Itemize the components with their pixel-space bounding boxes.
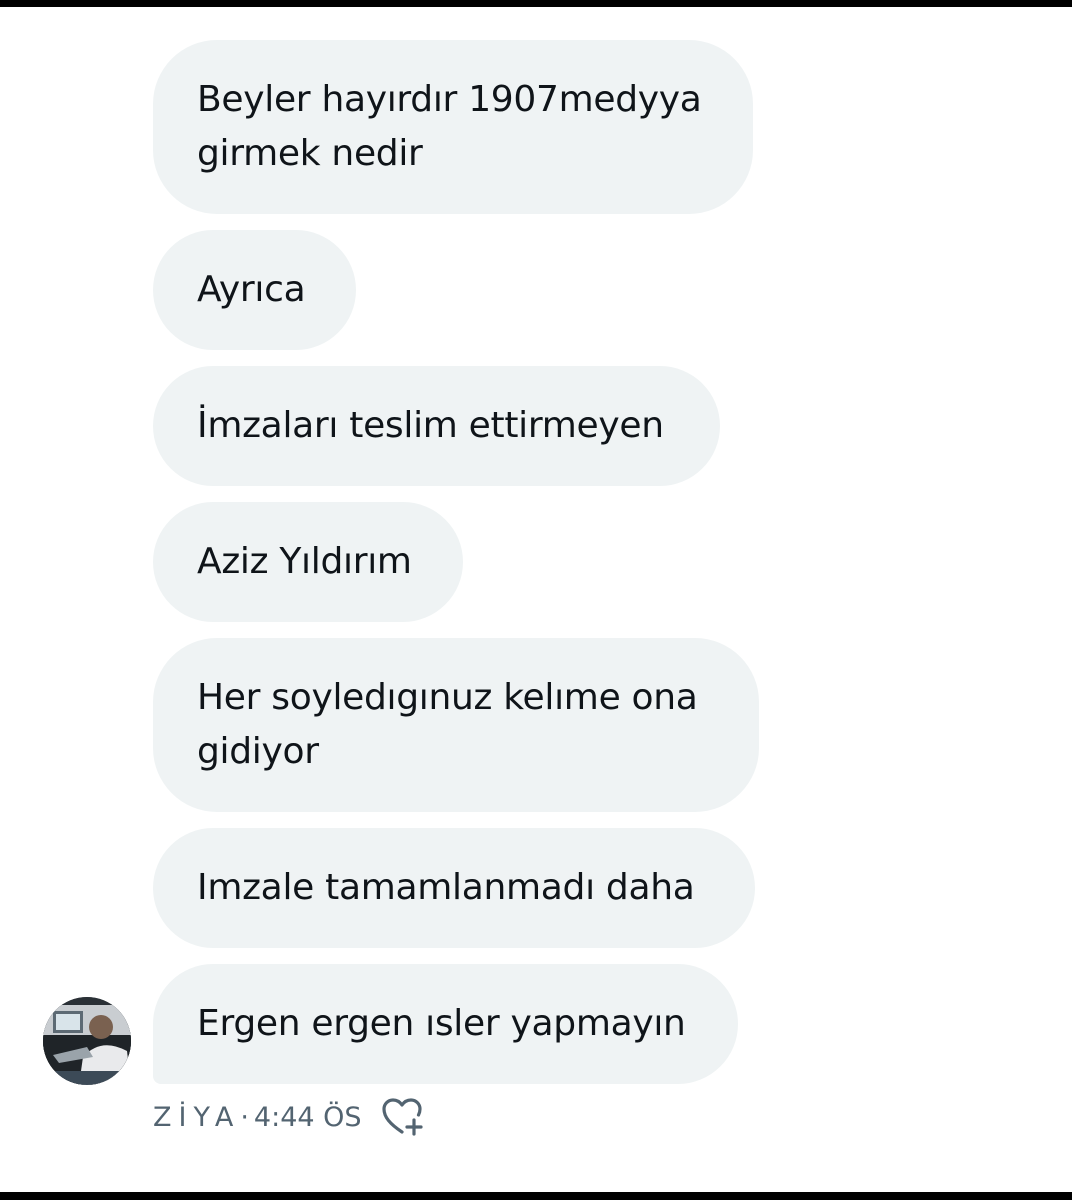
top-frame-bar <box>0 0 1072 7</box>
message-text: Ayrıca <box>197 269 306 310</box>
message-bubble[interactable]: Ergen ergen ısler yapmayın <box>153 964 738 1084</box>
sender-name: ZİYA <box>153 1101 241 1133</box>
heart-plus-icon[interactable] <box>380 1096 428 1138</box>
bottom-frame-bar <box>0 1192 1072 1200</box>
message-bubble[interactable]: Imzale tamamlanmadı daha <box>153 828 755 948</box>
sender-avatar[interactable] <box>43 997 131 1085</box>
message-bubble[interactable]: İmzaları teslim ettirmeyen <box>153 366 720 486</box>
message-bubble[interactable]: Ayrıca <box>153 230 356 350</box>
meta-separator: · <box>240 1101 249 1133</box>
message-text: Ergen ergen ısler yapmayın <box>197 1003 686 1044</box>
message-bubble[interactable]: Aziz Yıldırım <box>153 502 463 622</box>
message-time: 4:44 ÖS <box>253 1101 362 1133</box>
message-meta: ZİYA · 4:44 ÖS <box>153 1096 428 1138</box>
message-text: İmzaları teslim ettirmeyen <box>197 405 664 446</box>
message-bubble[interactable]: Her soyledıgınuz kelıme ona gidiyor <box>153 638 759 812</box>
avatar-photo <box>43 997 131 1085</box>
message-bubble[interactable]: Beyler hayırdır 1907medyya girmek nedir <box>153 40 753 214</box>
message-text: Imzale tamamlanmadı daha <box>197 867 695 908</box>
message-text: Beyler hayırdır 1907medyya girmek nedir <box>197 79 702 174</box>
message-text: Aziz Yıldırım <box>197 541 412 582</box>
message-text: Her soyledıgınuz kelıme ona gidiyor <box>197 677 698 772</box>
